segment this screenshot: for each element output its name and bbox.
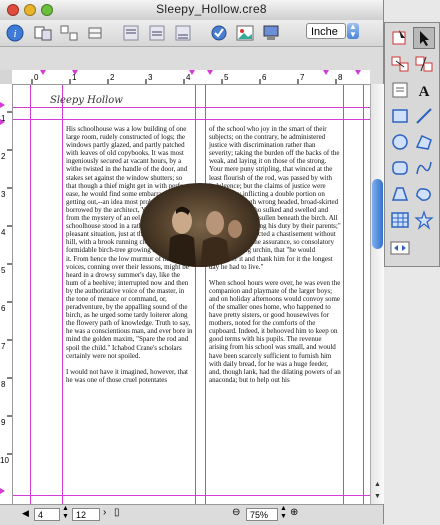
units-select[interactable]: Inche (306, 23, 346, 39)
ruler-label: 10 (0, 456, 9, 465)
align-middle-icon[interactable] (148, 24, 166, 42)
page-header[interactable]: Sleepy Hollow (50, 95, 123, 106)
margin-guide[interactable] (363, 85, 364, 504)
unlink-tool-icon[interactable] (413, 53, 435, 75)
ruler-label: 7 (300, 73, 305, 82)
paragraph: When school hours were over, he was even… (209, 278, 341, 384)
chevron-right-icon[interactable]: › (103, 507, 106, 518)
column-guide[interactable] (205, 85, 206, 504)
unlink-frames-icon[interactable] (60, 24, 78, 42)
polygon-tool-icon[interactable] (413, 131, 435, 153)
page-stepper-arrows-icon[interactable]: ▲ ▼ (62, 505, 69, 521)
link-frames-icon[interactable] (34, 24, 52, 42)
page-stepper-icon[interactable]: ◀ (22, 508, 29, 519)
spell-check-icon[interactable] (210, 24, 228, 42)
zoom-stepper-icon[interactable]: ▲ ▼ (280, 505, 287, 521)
point-size-field[interactable]: 12 (72, 508, 100, 521)
column-guide[interactable] (195, 85, 196, 504)
ruler-label: 2 (1, 152, 6, 161)
page[interactable]: Sleepy Hollow His schoolhouse was a low … (13, 85, 370, 504)
rounded-rect-tool-icon[interactable] (389, 157, 411, 179)
pointer-tool-icon[interactable] (413, 27, 435, 49)
freeform-tool-icon[interactable] (413, 183, 435, 205)
ruler-label: 9 (1, 418, 6, 427)
vertical-ruler[interactable]: 1 2 3 4 5 6 7 8 9 10 (0, 84, 13, 504)
scroll-up-arrow[interactable]: ▲ (372, 479, 383, 490)
ruler-label: 6 (1, 304, 6, 313)
ruler-label: 3 (1, 190, 6, 199)
table-tool-icon[interactable] (389, 209, 411, 231)
page-icon[interactable]: ▯ (114, 507, 120, 518)
pasteboard[interactable]: Sleepy Hollow His schoolhouse was a low … (13, 85, 370, 504)
zoom-button[interactable] (41, 4, 53, 16)
svg-text:i: i (13, 28, 16, 40)
page-number-field[interactable]: 4 (34, 508, 60, 521)
vertical-scrollbar[interactable]: ▲ ▼ (370, 84, 384, 504)
line-tool-icon[interactable] (413, 105, 435, 127)
link-tool-icon[interactable] (389, 53, 411, 75)
status-bar: ◀ 4 ▲ ▼ 12 › ▯ ⊖ 75% ▲ ▼ ⊕ (0, 504, 383, 525)
snap-icon[interactable] (86, 24, 104, 42)
ruler-label: 8 (338, 73, 343, 82)
close-button[interactable] (7, 4, 19, 16)
scroll-down-arrow[interactable]: ▼ (372, 491, 383, 502)
zoom-field[interactable]: 75% (246, 508, 278, 521)
column-guide[interactable] (62, 85, 63, 504)
vignette-photo[interactable] (140, 183, 260, 267)
star-tool-icon[interactable] (413, 209, 435, 231)
bezier-tool-icon[interactable] (413, 157, 435, 179)
paragraph: I would not have it imagined, however, t… (66, 367, 188, 384)
ruler-label: 8 (1, 380, 6, 389)
ruler-label: 0 (34, 73, 39, 82)
margin-guide[interactable] (30, 85, 31, 504)
window-title: Sleepy_Hollow.cre8 (156, 2, 267, 16)
chevron-updown-icon[interactable]: ▲ ▼ (347, 23, 359, 39)
ruler-label: 6 (262, 73, 267, 82)
ruler-label: 3 (148, 73, 153, 82)
ruler-label: 1 (72, 73, 77, 82)
select-frame-tool-icon[interactable] (389, 27, 411, 49)
margin-guide[interactable] (13, 119, 370, 120)
align-bottom-icon[interactable] (174, 24, 192, 42)
align-top-icon[interactable] (122, 24, 140, 42)
margin-guide[interactable] (13, 107, 370, 108)
ruler-label: 5 (1, 266, 6, 275)
text-tool-icon[interactable]: A (413, 79, 435, 101)
text-frame-tool-icon[interactable] (389, 79, 411, 101)
scroll-thumb[interactable] (372, 179, 383, 249)
ruler-label: 2 (110, 73, 115, 82)
rectangle-tool-icon[interactable] (389, 105, 411, 127)
ruler-label: 4 (186, 73, 191, 82)
colors-icon[interactable] (262, 24, 280, 42)
ruler-label: 5 (224, 73, 229, 82)
minimize-button[interactable] (24, 4, 36, 16)
ruler-label: 1 (1, 114, 6, 123)
horizontal-ruler[interactable]: 0 1 2 3 4 5 6 7 8 (12, 70, 370, 85)
ruler-label: 4 (1, 228, 6, 237)
info-icon[interactable]: i (6, 24, 24, 42)
trapezoid-tool-icon[interactable] (389, 183, 411, 205)
ruler-label: 7 (1, 342, 6, 351)
title-bar[interactable]: Sleepy_Hollow.cre8 (0, 0, 383, 21)
column-guide[interactable] (343, 85, 344, 504)
tool-palette: A (384, 22, 440, 267)
document-window: Sleepy_Hollow.cre8 i Inche ▲ ▼ 0 1 2 3 4… (0, 0, 384, 525)
oval-tool-icon[interactable] (389, 131, 411, 153)
zoom-out-icon[interactable]: ⊖ (232, 507, 240, 518)
zoom-in-icon[interactable]: ⊕ (290, 507, 298, 518)
svg-text:A: A (419, 84, 430, 100)
image-icon[interactable] (236, 24, 254, 42)
margin-guide[interactable] (13, 495, 370, 496)
swap-tool-icon[interactable] (389, 237, 411, 259)
